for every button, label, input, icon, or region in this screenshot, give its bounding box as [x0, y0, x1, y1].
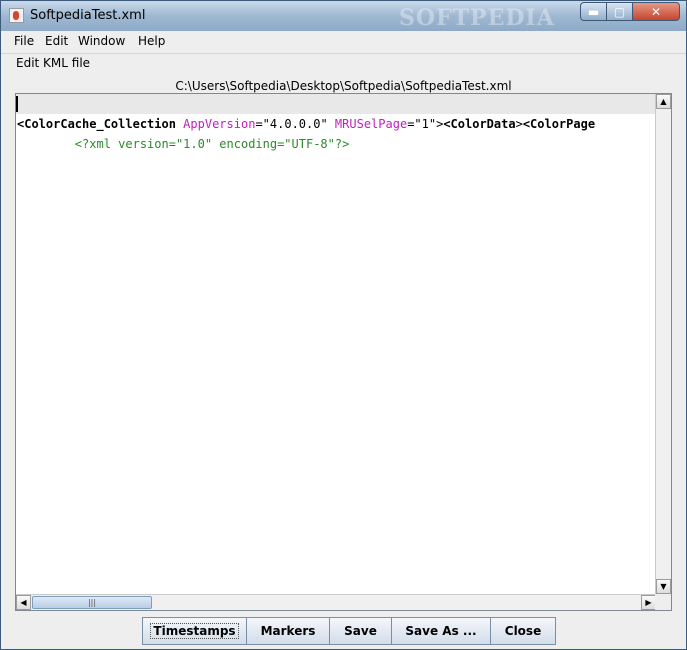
xml-editor[interactable]: <?xml version="1.0" encoding="UTF-8"?> <…: [15, 93, 672, 611]
save-as-button-label: Save As ...: [405, 624, 477, 638]
editor-line-2: <ColorCache_Collection AppVersion="4.0.0…: [16, 114, 595, 134]
menu-window[interactable]: Window: [78, 34, 125, 48]
title-bar[interactable]: SoftpediaTest.xml SOFTPEDIA ▬ ▢ ✕: [1, 1, 686, 31]
scroll-up-arrow-icon[interactable]: ▲: [656, 94, 671, 109]
menu-edit[interactable]: Edit: [45, 34, 68, 48]
action-buttons: Timestamps Markers Save Save As ... Clos…: [142, 617, 556, 645]
horizontal-scroll-thumb[interactable]: |||: [32, 596, 152, 609]
editor-line-1: <?xml version="1.0" encoding="UTF-8"?>: [16, 94, 656, 151]
scroll-right-arrow-icon[interactable]: ▶: [641, 595, 656, 610]
attr-mruselpage-eq: =": [407, 117, 422, 131]
menu-file[interactable]: File: [14, 34, 34, 48]
file-path-label: C:\Users\Softpedia\Desktop\Softpedia\Sof…: [175, 79, 512, 93]
close-button-label: Close: [504, 624, 542, 638]
timestamps-button-label: Timestamps: [150, 623, 239, 639]
close-window-button[interactable]: ✕: [633, 2, 680, 21]
markers-button-label: Markers: [260, 624, 316, 638]
java-app-icon: [9, 8, 24, 23]
save-button-label: Save: [344, 624, 377, 638]
tag-colorpage: <ColorPage: [522, 117, 596, 131]
tag-colordata: <ColorData: [443, 117, 516, 131]
attr-mruselpage-close: ">: [428, 117, 444, 131]
markers-button[interactable]: Markers: [246, 617, 330, 645]
scroll-left-arrow-icon[interactable]: ◀: [16, 595, 31, 610]
editor-text-area[interactable]: <?xml version="1.0" encoding="UTF-8"?> <…: [16, 94, 656, 594]
tag-colorcache-collection: <ColorCache_Collection: [17, 117, 176, 131]
scrollbar-corner: [655, 594, 671, 610]
text-caret: [16, 96, 18, 112]
timestamps-button[interactable]: Timestamps: [142, 617, 247, 645]
horizontal-scrollbar[interactable]: ◀ ||| ▶: [16, 594, 656, 610]
attr-appversion-close: ": [320, 117, 328, 131]
xml-declaration: <?xml version="1.0" encoding="UTF-8"?>: [74, 137, 350, 151]
softpedia-watermark: SOFTPEDIA: [399, 5, 555, 31]
minimize-button[interactable]: ▬: [580, 2, 607, 21]
attr-mruselpage-value: 1: [421, 117, 429, 131]
vertical-scrollbar[interactable]: ▲ ▼: [655, 94, 671, 594]
attr-appversion-value: 4.0.0.0: [269, 117, 321, 131]
close-button[interactable]: Close: [490, 617, 556, 645]
tag-colordata-close: >: [515, 117, 523, 131]
menu-bar: File Edit Window Help: [1, 31, 686, 54]
menu-help[interactable]: Help: [138, 34, 165, 48]
window-controls: ▬ ▢ ✕: [580, 2, 680, 21]
scroll-down-arrow-icon[interactable]: ▼: [656, 579, 671, 594]
attr-appversion-name: AppVersion: [175, 117, 256, 131]
app-window: SoftpediaTest.xml SOFTPEDIA ▬ ▢ ✕ File E…: [0, 0, 687, 650]
save-as-button[interactable]: Save As ...: [391, 617, 491, 645]
maximize-button[interactable]: ▢: [607, 2, 633, 21]
attr-mruselpage-name: MRUSelPage: [327, 117, 408, 131]
panel-title: Edit KML file: [16, 56, 91, 70]
save-button[interactable]: Save: [329, 617, 392, 645]
window-title: SoftpediaTest.xml: [30, 8, 146, 23]
attr-appversion-eq: =": [255, 117, 270, 131]
